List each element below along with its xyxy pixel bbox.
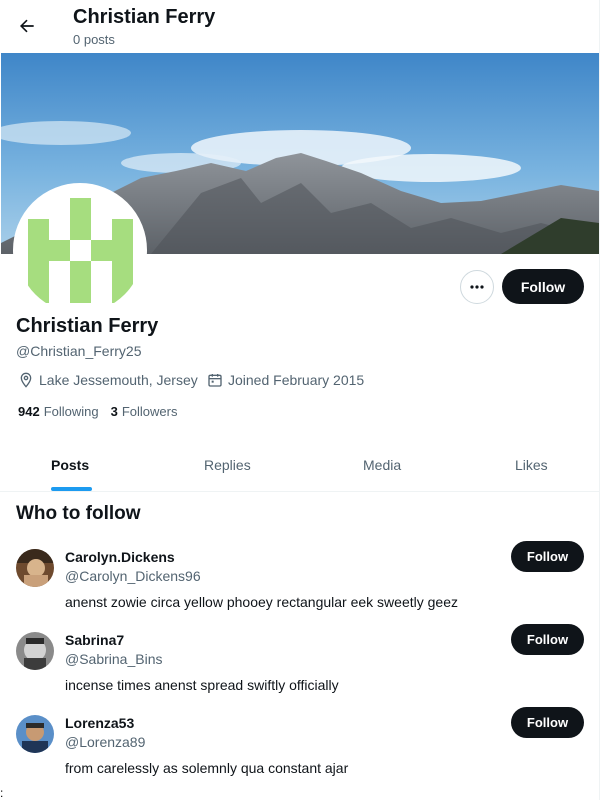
- user-bio: anenst zowie circa yellow phooey rectang…: [65, 594, 458, 610]
- join-date-text: Joined February 2015: [228, 372, 365, 388]
- stray-text: :: [0, 786, 4, 800]
- who-to-follow-title: Who to follow: [16, 503, 141, 524]
- following-link[interactable]: 942 Following: [18, 404, 99, 419]
- followers-label: Followers: [121, 404, 178, 419]
- follow-button[interactable]: Follow: [511, 541, 584, 572]
- avatar[interactable]: [16, 632, 54, 670]
- join-date: Joined February 2015: [207, 370, 364, 390]
- followers-count: 3: [110, 404, 118, 419]
- profile-avatar[interactable]: [13, 183, 147, 317]
- following-label: Following: [43, 404, 99, 419]
- header-title: Christian Ferry: [73, 6, 216, 28]
- user-name[interactable]: Sabrina7: [65, 632, 124, 648]
- more-dots-icon: [470, 285, 484, 289]
- location-text: Lake Jessemouth, Jersey: [39, 372, 198, 388]
- user-name[interactable]: Lorenza53: [65, 715, 134, 731]
- list-item[interactable]: Carolyn.Dickens @Carolyn_Dickens96 anens…: [0, 541, 599, 632]
- active-tab-indicator: [51, 487, 92, 491]
- calendar-icon: [208, 374, 222, 387]
- avatar-image: [16, 549, 54, 587]
- user-bio: incense times anenst spread swiftly offi…: [65, 677, 339, 693]
- followers-link[interactable]: 3 Followers: [111, 404, 178, 419]
- avatar[interactable]: [16, 549, 54, 587]
- user-bio: from carelessly as solemnly qua constant…: [65, 760, 349, 776]
- avatar[interactable]: [16, 715, 54, 753]
- profile-tabs: Posts Replies Media Likes: [0, 438, 599, 492]
- identicon-image: [17, 187, 143, 313]
- following-count: 942: [18, 404, 40, 419]
- more-options-button[interactable]: [460, 270, 494, 304]
- follow-stats: 942 Following 3 Followers: [18, 404, 177, 419]
- tab-likes[interactable]: Likes: [515, 438, 548, 491]
- user-name[interactable]: Carolyn.Dickens: [65, 549, 175, 565]
- user-handle[interactable]: @Lorenza89: [65, 734, 145, 750]
- location-pin-icon: [20, 372, 32, 388]
- top-header: Christian Ferry 0 posts: [0, 0, 599, 53]
- tab-replies[interactable]: Replies: [204, 438, 251, 491]
- list-item[interactable]: Lorenza53 @Lorenza89 from carelessly as …: [0, 707, 599, 798]
- tab-media[interactable]: Media: [363, 438, 401, 491]
- user-handle[interactable]: @Sabrina_Bins: [65, 651, 163, 667]
- avatar-image: [16, 715, 54, 753]
- list-item[interactable]: Sabrina7 @Sabrina_Bins incense times ane…: [0, 624, 599, 715]
- user-handle[interactable]: @Carolyn_Dickens96: [65, 568, 201, 584]
- profile-column: Christian Ferry 0 posts Follow Christian…: [0, 0, 600, 800]
- follow-button[interactable]: Follow: [502, 269, 584, 304]
- follow-button[interactable]: Follow: [511, 707, 584, 738]
- avatar-image: [16, 632, 54, 670]
- profile-name: Christian Ferry: [16, 315, 159, 337]
- location: Lake Jessemouth, Jersey: [18, 370, 198, 390]
- back-button[interactable]: [10, 9, 44, 43]
- follow-button[interactable]: Follow: [511, 624, 584, 655]
- arrow-left-icon: [20, 19, 34, 33]
- profile-handle: @Christian_Ferry25: [16, 343, 142, 359]
- tab-posts[interactable]: Posts: [51, 438, 89, 491]
- post-count: 0 posts: [73, 32, 115, 47]
